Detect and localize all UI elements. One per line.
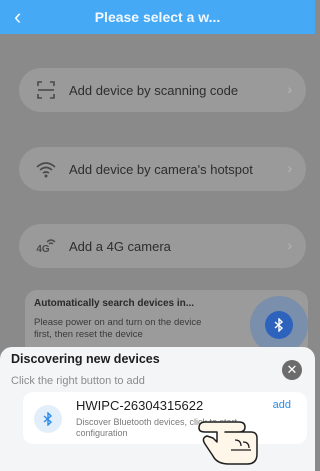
scan-icon — [23, 68, 69, 112]
close-icon[interactable]: ✕ — [282, 360, 302, 380]
scan-code-label: Add device by scanning code — [69, 82, 239, 98]
auto-search-title: Automatically search devices in... — [34, 298, 195, 309]
bluetooth-search-button[interactable] — [250, 296, 308, 354]
chevron-right-icon: › — [287, 160, 292, 176]
chevron-right-icon: › — [287, 237, 292, 253]
4g-icon: 4G — [23, 224, 69, 268]
4g-icon-text: 4G — [36, 243, 50, 255]
chevron-right-icon: › — [287, 81, 292, 97]
hotspot-label: Add device by camera's hotspot — [69, 161, 253, 177]
bluetooth-icon — [265, 311, 293, 339]
wifi-icon — [23, 147, 69, 191]
hotspot-option[interactable]: Add device by camera's hotspot › — [19, 147, 306, 191]
top-bar: ‹ Please select a w... — [0, 0, 315, 34]
page-title: Please select a w... — [94, 9, 221, 25]
pointing-hand-icon — [198, 421, 258, 465]
device-name: HWIPC-26304315622 — [76, 398, 204, 413]
scan-code-option[interactable]: Add device by scanning code › — [19, 68, 306, 112]
4g-camera-label: Add a 4G camera — [69, 238, 171, 254]
bluetooth-icon — [34, 405, 62, 433]
auto-search-description: Please power on and turn on the device f… — [34, 317, 202, 340]
4g-camera-option[interactable]: 4G Add a 4G camera › — [19, 224, 306, 268]
back-arrow-icon[interactable]: ‹ — [14, 6, 30, 28]
sheet-title: Discovering new devices — [11, 352, 160, 366]
sheet-subtitle: Click the right button to add — [11, 375, 145, 387]
